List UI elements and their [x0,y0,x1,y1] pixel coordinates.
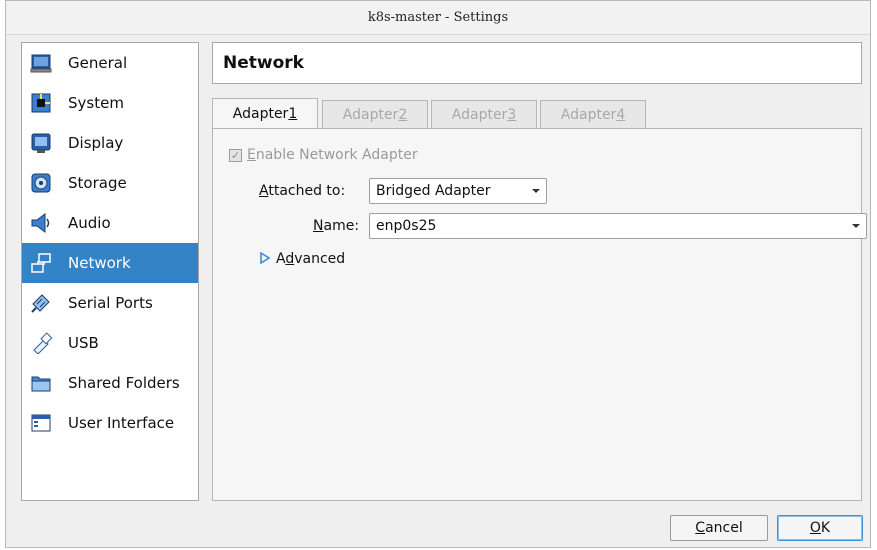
sidebar-item-label: USB [68,334,99,352]
expand-arrow-icon [260,249,271,268]
tab-label: Adapter [232,105,289,122]
page-title: Network [223,53,304,73]
sidebar-item-serial-ports[interactable]: Serial Ports [22,283,198,323]
cancel-button[interactable]: Cancel [670,515,768,541]
advanced-expander[interactable]: Advanced [260,249,345,268]
tab-adapter-1[interactable]: Adapter 1 [212,98,318,128]
storage-icon [30,172,52,194]
name-select[interactable]: enp0s25 [369,213,867,239]
chevron-down-icon [846,223,866,229]
attached-to-select[interactable]: Bridged Adapter [369,178,547,204]
sidebar-item-label: User Interface [68,414,175,432]
settings-window: k8s-master - Settings General System Dis… [5,0,871,548]
sidebar-item-network[interactable]: Network [22,243,198,283]
sidebar-item-label: Network [68,254,131,272]
tab-adapter-3[interactable]: Adapter 3 [431,100,537,128]
sidebar-item-label: Audio [68,214,111,232]
network-icon [30,252,52,274]
ok-button[interactable]: OK [777,515,863,541]
tab-label: Adapter [451,106,508,123]
window-icon [30,412,52,434]
sidebar-item-display[interactable]: Display [22,123,198,163]
tab-label: Adapter [342,106,399,123]
sidebar-item-user-interface[interactable]: User Interface [22,403,198,443]
monitor-icon [30,52,52,74]
sidebar-item-usb[interactable]: USB [22,323,198,363]
enable-adapter-checkbox[interactable]: ✓ [229,148,242,162]
serial-port-icon [30,292,52,314]
folder-icon [30,372,52,394]
chevron-down-icon [526,188,546,194]
sidebar-item-storage[interactable]: Storage [22,163,198,203]
sidebar-item-label: General [68,54,128,72]
sidebar-item-system[interactable]: System [22,83,198,123]
sidebar-item-label: System [68,94,124,112]
enable-adapter-label: Enable Network Adapter [247,147,418,163]
speaker-icon [30,212,52,234]
enable-adapter-row[interactable]: ✓ Enable Network Adapter [229,147,418,163]
sidebar-item-label: Serial Ports [68,294,153,312]
sidebar-item-shared-folders[interactable]: Shared Folders [22,363,198,403]
tab-mnemonic: 4 [616,106,626,123]
window-title: k8s-master - Settings [367,10,509,25]
usb-icon [30,332,52,354]
attached-to-label: Attached to: [259,183,346,199]
tab-mnemonic: 3 [507,106,517,123]
sidebar-item-audio[interactable]: Audio [22,203,198,243]
chip-icon [30,92,52,114]
adapter-panel: ✓ Enable Network Adapter Attached to: Br… [212,128,867,501]
tab-adapter-4[interactable]: Adapter 4 [540,100,646,128]
tab-mnemonic: 1 [288,105,298,122]
sidebar-item-label: Storage [68,174,127,192]
tab-mnemonic: 2 [398,106,408,123]
tab-label: Adapter [560,106,617,123]
attached-to-value: Bridged Adapter [376,183,491,199]
name-value: enp0s25 [376,218,437,234]
display-icon [30,132,52,154]
settings-sidebar: General System Display Storage Audio Net… [21,42,199,501]
sidebar-item-general[interactable]: General [22,43,198,83]
advanced-label: Advanced [276,250,346,267]
sidebar-item-label: Display [68,134,124,152]
sidebar-item-label: Shared Folders [68,374,180,392]
page-header: Network [212,42,862,84]
tab-adapter-2[interactable]: Adapter 2 [322,100,428,128]
name-label: Name: [313,218,360,234]
title-bar[interactable]: k8s-master - Settings [6,1,870,35]
